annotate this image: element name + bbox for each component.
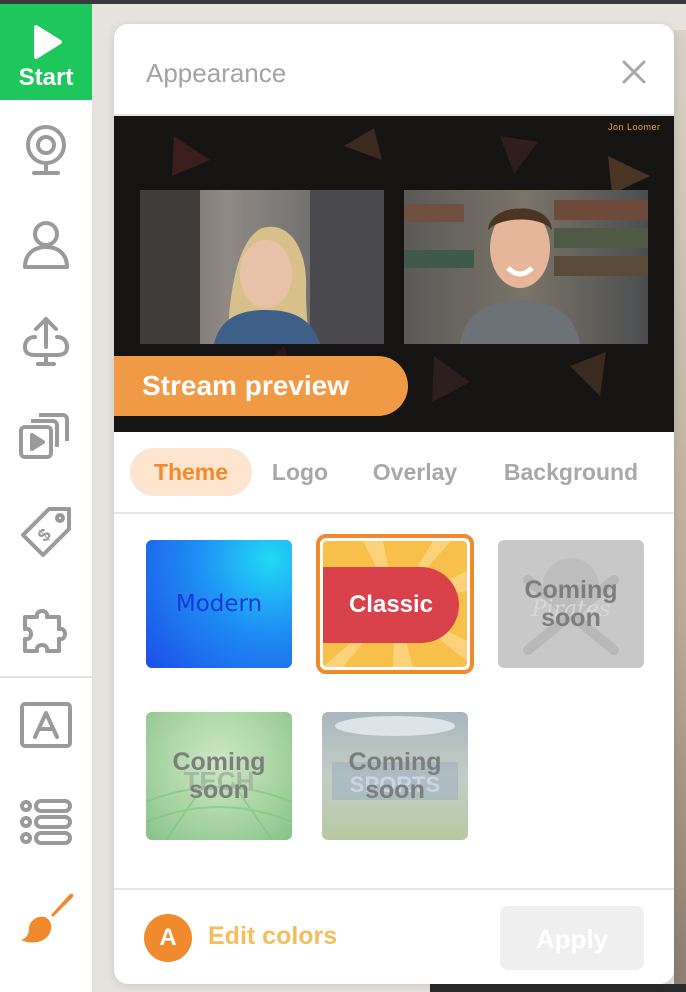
theme-tech-coming-soon: TECH Coming soon [146, 712, 292, 840]
brand-watermark: Jon Loomer [608, 122, 661, 132]
media-library-icon [19, 413, 69, 459]
sidebar-divider [0, 676, 92, 678]
background-strip [674, 30, 686, 992]
play-icon [34, 25, 62, 59]
top-edge [0, 0, 686, 4]
theme-classic-tile: Classic [323, 541, 467, 667]
panel-header: Appearance [114, 24, 674, 116]
theme-label: Classic [323, 567, 459, 643]
stream-preview-badge: Stream preview [114, 356, 408, 416]
upload-icon [23, 317, 69, 366]
color-avatar[interactable]: A [144, 914, 192, 962]
sidebar-item-guests[interactable] [14, 212, 78, 276]
background-strip-bottom [430, 984, 686, 992]
theme-sports-coming-soon: SPORTS Coming soon [322, 712, 468, 840]
theme-classic[interactable]: Classic [316, 534, 474, 674]
tab-logo[interactable]: Logo [260, 448, 340, 496]
person-silhouette-female [140, 190, 384, 344]
stream-preview: Jon Loomer Stream preview [114, 116, 674, 432]
close-icon[interactable] [620, 58, 648, 86]
theme-pirates-coming-soon: Pirates Coming soon [498, 540, 644, 668]
camera-feed-guest-2 [404, 190, 648, 344]
appearance-panel: Appearance Jon Loomer Stream preview The… [114, 24, 674, 984]
tab-theme[interactable]: Theme [130, 448, 252, 496]
theme-label: Modern [175, 591, 263, 617]
sidebar-item-tags[interactable]: $ [14, 500, 78, 564]
sidebar-item-webcam[interactable] [14, 118, 78, 182]
sidebar-item-media[interactable] [14, 404, 78, 468]
start-button[interactable]: Start [0, 4, 92, 100]
sidebar-item-appearance[interactable] [14, 886, 78, 950]
text-banner-icon [20, 702, 72, 748]
theme-modern[interactable]: Modern [146, 540, 292, 668]
sidebar-item-upload[interactable] [14, 308, 78, 372]
start-label: Start [18, 64, 74, 91]
person-silhouette-male [404, 200, 648, 344]
sidebar-item-banners[interactable] [14, 694, 78, 758]
puzzle-icon [23, 609, 67, 653]
sidebar: Start $ [0, 4, 93, 992]
coming-soon-label: Coming soon [172, 748, 266, 804]
sidebar-item-list[interactable] [14, 790, 78, 854]
coming-soon-label: Coming soon [348, 748, 442, 804]
camera-feed-guest-1 [140, 190, 384, 344]
sidebar-item-extensions[interactable] [14, 598, 78, 662]
list-icon [20, 799, 72, 845]
coming-soon-label: Coming soon [524, 576, 618, 632]
apply-button[interactable]: Apply [500, 906, 644, 970]
user-icon [23, 221, 69, 269]
brush-icon [21, 893, 74, 943]
panel-footer: A Edit colors Apply [114, 888, 674, 984]
tab-overlay[interactable]: Overlay [358, 448, 472, 496]
panel-title: Appearance [146, 58, 287, 88]
tab-background[interactable]: Background [490, 448, 652, 496]
edit-colors-link[interactable]: Edit colors [208, 922, 337, 951]
webcam-icon [26, 125, 66, 175]
theme-grid: Modern Classic Pirates Coming soon TECH … [114, 514, 674, 888]
appearance-tabs: Theme Logo Overlay Background [114, 434, 674, 514]
price-tag-icon: $ [21, 507, 71, 557]
svg-text:$: $ [34, 525, 55, 546]
